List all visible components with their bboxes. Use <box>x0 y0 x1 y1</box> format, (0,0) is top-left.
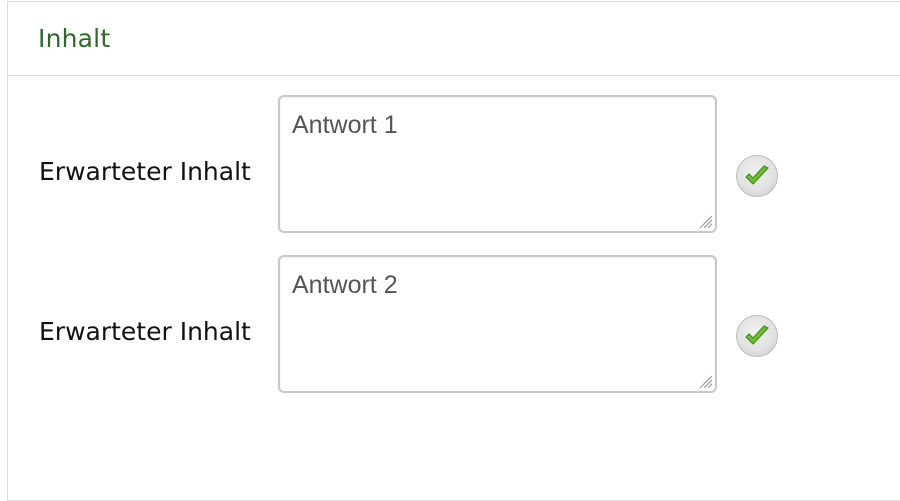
answer-textarea[interactable]: Antwort 1 <box>278 95 717 233</box>
resize-grip-icon[interactable] <box>697 373 713 389</box>
answer-value: Antwort 2 <box>292 271 398 299</box>
panel-title: Inhalt <box>38 24 111 53</box>
expected-content-label: Erwarteter Inhalt <box>39 317 251 346</box>
panel-header: Inhalt <box>8 2 900 76</box>
content-panel: Inhalt Erwarteter Inhalt Antwort 1 Erwar… <box>7 1 900 501</box>
answer-value: Antwort 1 <box>292 111 398 139</box>
check-icon <box>745 165 769 185</box>
expected-content-label: Erwarteter Inhalt <box>39 157 251 186</box>
check-icon <box>745 325 769 345</box>
check-button[interactable] <box>736 315 778 357</box>
answer-row: Erwarteter Inhalt Antwort 2 <box>8 255 888 395</box>
check-button[interactable] <box>736 155 778 197</box>
answer-row: Erwarteter Inhalt Antwort 1 <box>8 95 888 235</box>
resize-grip-icon[interactable] <box>697 213 713 229</box>
answer-textarea[interactable]: Antwort 2 <box>278 255 717 393</box>
